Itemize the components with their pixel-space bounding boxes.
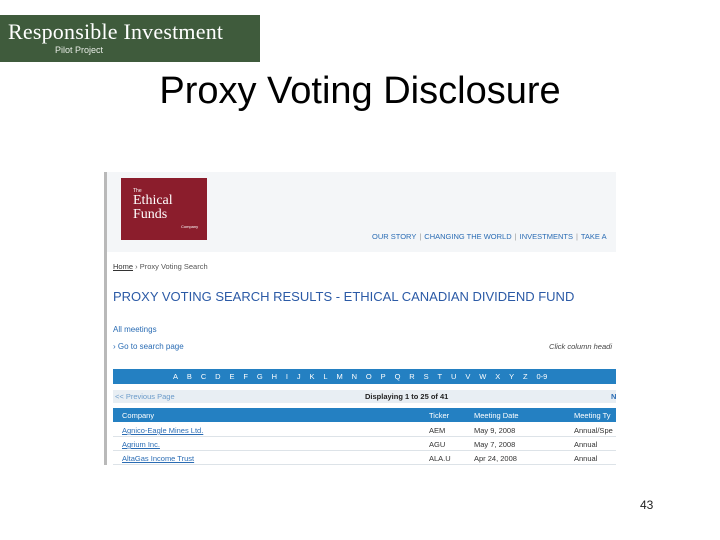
brand-company: Company [181,224,199,229]
alphabet-filter-bar: A B C D E F G H I J K L M N O P Q R S T … [113,369,616,384]
letter-s[interactable]: S [424,372,429,381]
letter-t[interactable]: T [438,372,443,381]
letter-w[interactable]: W [479,372,486,381]
letter-f[interactable]: F [243,372,248,381]
slide-title: Proxy Voting Disclosure [0,70,720,113]
letter-c[interactable]: C [201,372,206,381]
meeting-date-cell: May 7, 2008 [474,440,516,449]
letter-r[interactable]: R [409,372,414,381]
website-screenshot: The Ethical Funds Company OUR STORY | CHAN… [104,172,616,465]
letter-k[interactable]: K [310,372,315,381]
pagination-bar: << Previous Page Displaying 1 to 25 of 4… [113,390,616,403]
letter-a[interactable]: A [173,372,178,381]
nav-separator: | [575,232,578,241]
letter-q[interactable]: Q [395,372,401,381]
breadcrumb: Home › Proxy Voting Search [113,262,208,271]
next-page-link[interactable]: N [611,392,616,401]
column-company[interactable]: Company [122,411,154,420]
letter-p[interactable]: P [381,372,386,381]
company-link[interactable]: AltaGas Income Trust [122,454,194,463]
letter-h[interactable]: H [272,372,277,381]
letter-e[interactable]: E [229,372,234,381]
letter-b[interactable]: B [187,372,192,381]
column-meeting-type[interactable]: Meeting Ty [574,411,611,420]
nav-investments[interactable]: INVESTMENTS [520,232,573,241]
column-meeting-date[interactable]: Meeting Date [474,411,519,420]
meeting-type-cell: Annual [574,454,598,463]
meeting-type-cell: Annual/Spe [574,426,613,435]
breadcrumb-separator: › [133,262,140,271]
go-to-search-link[interactable]: › Go to search page [113,342,184,351]
letter-i[interactable]: I [286,372,288,381]
nav-separator: | [514,232,517,241]
letter-d[interactable]: D [215,372,220,381]
nav-separator: | [419,232,422,241]
table-row: AltaGas Income Trust ALA.U Apr 24, 2008 … [113,451,616,465]
table-header: Company Ticker Meeting Date Meeting Ty [113,408,616,422]
all-meetings-link[interactable]: All meetings [113,325,157,334]
logo-subtitle: Pilot Project [55,45,104,55]
table-row: Agnico-Eagle Mines Ltd. AEM May 9, 2008 … [113,423,616,437]
brand-line2: Funds [133,207,168,222]
nav-our-story[interactable]: OUR STORY [372,232,416,241]
letter-u[interactable]: U [451,372,456,381]
meeting-type-cell: Annual [574,440,598,449]
nav-take-action[interactable]: TAKE A [581,232,607,241]
alphabet-letters: A B C D E F G H I J K L M N O P Q R S T … [173,372,547,381]
logo-title: Responsible Investment [8,19,224,44]
ticker-cell: AEM [429,426,446,435]
results-count: Displaying 1 to 25 of 41 [365,392,449,401]
letter-m[interactable]: M [336,372,342,381]
slide-number: 43 [640,498,654,512]
sort-hint: Click column headi [549,342,612,351]
letter-o[interactable]: O [366,372,372,381]
top-navigation: OUR STORY | CHANGING THE WORLD | INVESTMENTS… [372,232,607,241]
letter-j[interactable]: J [297,372,301,381]
letter-0-9[interactable]: 0-9 [537,372,548,381]
letter-n[interactable]: N [352,372,357,381]
previous-page-link[interactable]: << Previous Page [115,392,175,401]
slide-title-text: Proxy Voting Disclosure [159,70,561,112]
letter-y[interactable]: Y [509,372,514,381]
letter-g[interactable]: G [257,372,263,381]
project-logo: Responsible Investment Pilot Project [0,15,260,62]
ethical-funds-logo[interactable]: The Ethical Funds Company [121,178,207,240]
column-ticker[interactable]: Ticker [429,411,449,420]
table-row: Agrium Inc. AGU May 7, 2008 Annual [113,437,616,451]
ticker-cell: ALA.U [429,454,451,463]
letter-v[interactable]: V [465,372,470,381]
company-link[interactable]: Agrium Inc. [122,440,160,449]
letter-l[interactable]: L [323,372,327,381]
meeting-date-cell: May 9, 2008 [474,426,516,435]
company-link[interactable]: Agnico-Eagle Mines Ltd. [122,426,203,435]
breadcrumb-home[interactable]: Home [113,262,133,271]
breadcrumb-current: Proxy Voting Search [139,262,208,271]
ticker-cell: AGU [429,440,446,449]
results-title: PROXY VOTING SEARCH RESULTS - ETHICAL CA… [113,289,575,304]
letter-x[interactable]: X [495,372,500,381]
meeting-date-cell: Apr 24, 2008 [474,454,517,463]
nav-changing-the-world[interactable]: CHANGING THE WORLD [424,232,511,241]
letter-z[interactable]: Z [523,372,528,381]
brand-line1: Ethical [133,193,173,208]
